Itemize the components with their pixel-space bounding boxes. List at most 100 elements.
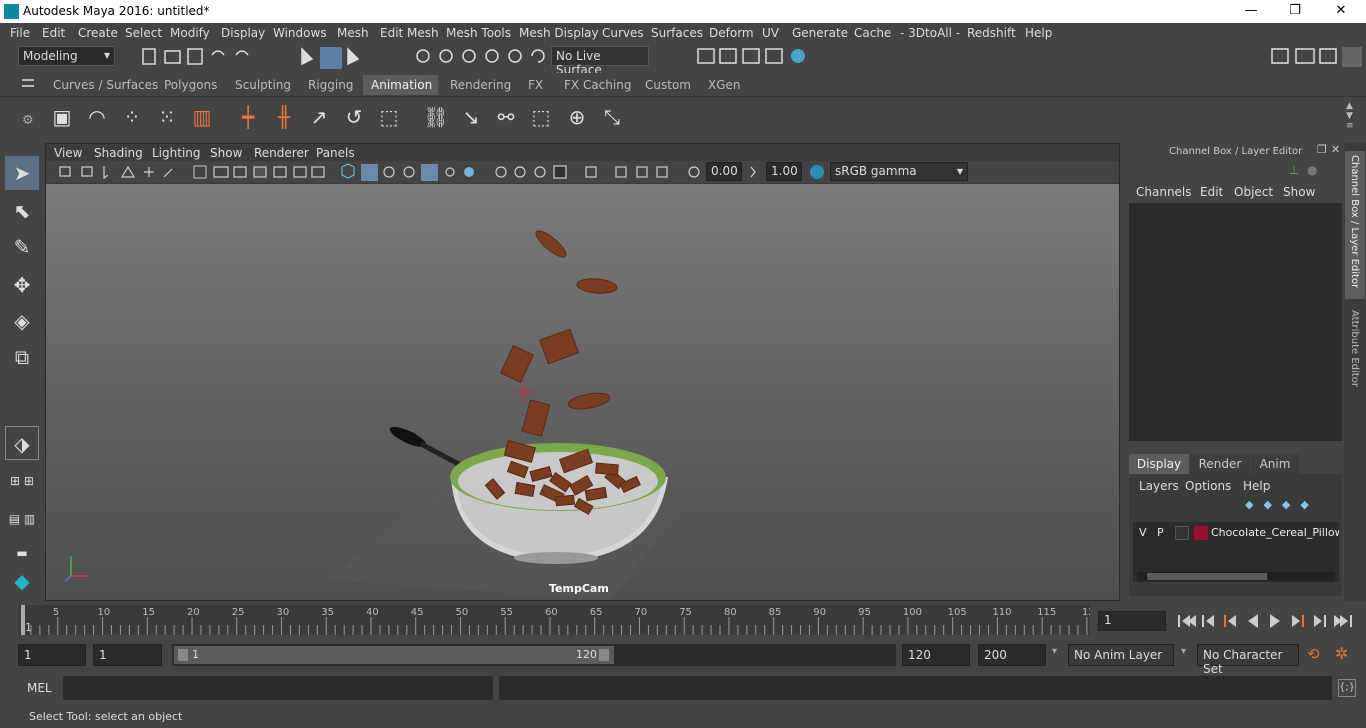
tab-rendering[interactable]: Rendering [442, 75, 519, 95]
layer-visibility-toggle[interactable]: V [1139, 526, 1147, 539]
menu-mesh-display[interactable]: Mesh Display [519, 26, 599, 40]
menu-surfaces[interactable]: Surfaces [651, 26, 703, 40]
panel-menu-view[interactable]: View [54, 146, 82, 160]
tab-fx-caching[interactable]: FX Caching [556, 75, 639, 95]
float-icon[interactable]: ❐ [1317, 143, 1327, 156]
chevron-down-icon[interactable]: ▾ [1052, 646, 1057, 657]
panel-menu-panels[interactable]: Panels [316, 146, 355, 160]
gear-icon[interactable]: ⚙ [22, 113, 34, 128]
tab-custom[interactable]: Custom [637, 75, 699, 95]
playblast-icon[interactable]: ▣ [48, 103, 76, 131]
minimize-button[interactable]: — [1228, 0, 1274, 23]
panel-menu-shading[interactable]: Shading [94, 146, 143, 160]
menu-modify[interactable]: Modify [170, 26, 210, 40]
time-ruler[interactable]: 5 10 15 20 25 30 35 40 45 50 55 60 65 70 75 80 85 90 95 100… [18, 605, 1090, 635]
tab-curves-surfaces[interactable]: Curves / Surfaces [45, 75, 166, 95]
layer-scrollbar[interactable] [1137, 572, 1335, 581]
aim-constraint-icon[interactable]: ⊕ [563, 103, 591, 131]
maya-m-icon[interactable]: ◆ [5, 564, 39, 598]
menu-mesh[interactable]: Mesh [337, 26, 369, 40]
step-forward-key-icon[interactable] [1292, 615, 1304, 627]
panel-menu-show[interactable]: Show [210, 146, 242, 160]
set-key-translate-icon[interactable]: ╫ [270, 103, 298, 131]
tab-fx[interactable]: FX [520, 75, 551, 95]
range-slider-track[interactable]: 1 120 [172, 644, 896, 666]
tab-display[interactable]: Display [1129, 454, 1189, 474]
panel-menu-renderer[interactable]: Renderer [254, 146, 309, 160]
character-set-field[interactable]: No Character Set [1197, 644, 1299, 676]
exposure-field[interactable]: 0.00 [706, 162, 742, 181]
menu-3dtoall[interactable]: - 3DtoAll - [900, 26, 960, 40]
step-back-key-icon[interactable] [1224, 615, 1236, 627]
script-editor-icon[interactable]: {;} [1338, 679, 1356, 697]
step-back-icon[interactable] [1202, 615, 1214, 627]
close-panel-icon[interactable]: ✕ [1331, 143, 1340, 156]
paint-select-icon[interactable]: ✎ [5, 230, 39, 264]
maximize-button[interactable]: ❐ [1272, 0, 1318, 23]
menu-edit-mesh[interactable]: Edit Mesh [380, 26, 439, 40]
playback-end-field[interactable]: 120 [902, 644, 970, 666]
menu-select[interactable]: Select [125, 26, 162, 40]
layout-four-icon[interactable]: ⊞ ⊞ [5, 464, 39, 498]
range-end-handle[interactable] [599, 649, 609, 661]
current-frame-field[interactable]: 1 [1098, 611, 1166, 631]
tab-xgen[interactable]: XGen [700, 75, 749, 95]
scale-key-icon[interactable]: ⬚ [375, 103, 403, 131]
orient-constraint-icon[interactable]: ⬚ [527, 103, 555, 131]
play-forwards-icon[interactable] [1270, 614, 1280, 628]
tab-rigging[interactable]: Rigging [300, 75, 361, 95]
menu-uv[interactable]: UV [762, 26, 779, 40]
trax-editor-icon[interactable]: ⁙ [153, 103, 181, 131]
menu-help[interactable]: Help [1025, 26, 1052, 40]
single-perspective-icon[interactable]: ⬗ [5, 426, 39, 460]
step-forward-icon[interactable] [1314, 615, 1326, 627]
lasso-tool-icon[interactable]: ⬉ [5, 194, 39, 228]
close-button[interactable]: ✕ [1318, 0, 1364, 23]
panel-menu-lighting[interactable]: Lighting [152, 146, 201, 160]
menu-generate[interactable]: Generate [792, 26, 848, 40]
layer-playback-toggle[interactable]: P [1157, 526, 1164, 539]
menu-edit[interactable]: Edit [42, 26, 65, 40]
tab-polygons[interactable]: Polygons [156, 75, 225, 95]
menu-cache[interactable]: Cache [854, 26, 891, 40]
go-to-end-icon[interactable] [1334, 615, 1352, 627]
layer-color-swatch[interactable] [1194, 526, 1208, 540]
menu-windows[interactable]: Windows [273, 26, 327, 40]
tab-anim[interactable]: Anim [1251, 454, 1299, 474]
play-backwards-icon[interactable] [1248, 614, 1258, 628]
layer-help-menu[interactable]: Help [1243, 479, 1270, 493]
range-start-handle[interactable] [178, 649, 188, 661]
channel-list[interactable] [1129, 203, 1342, 441]
layer-buttons-icon[interactable]: ◆◆◆◆ [1245, 498, 1319, 511]
color-space-dropdown[interactable]: sRGB gamma ▾ [830, 162, 968, 181]
3d-viewport[interactable]: TempCam [46, 184, 1119, 600]
end-time-field[interactable]: 200 [978, 644, 1046, 666]
channel-box-option-icon[interactable]: ● [1307, 163, 1317, 177]
go-to-start-icon[interactable] [1178, 615, 1196, 627]
range-slider-bar[interactable]: 1 120 [174, 646, 614, 664]
point-constraint-icon[interactable]: ⚯ [492, 103, 520, 131]
move-key-icon[interactable]: ↗ [305, 103, 333, 131]
layer-row[interactable]: V P Chocolate_Cereal_Pillows [1133, 524, 1339, 542]
tab-render[interactable]: Render [1190, 454, 1250, 474]
layer-name[interactable]: Chocolate_Cereal_Pillows [1211, 526, 1339, 539]
set-breakdown-icon[interactable]: ┿ [234, 103, 262, 131]
rotate-tool-icon[interactable]: ◈ [5, 304, 39, 338]
animation-prefs-icon[interactable]: ✲ [1335, 644, 1348, 663]
menu-redshift[interactable]: Redshift [967, 26, 1016, 40]
menu-mesh-tools[interactable]: Mesh Tools [446, 26, 511, 40]
scale-tool-icon[interactable]: ⧉ [5, 340, 39, 374]
object-menu[interactable]: Object [1234, 185, 1273, 199]
chevron-down-icon[interactable]: ▾ [1181, 646, 1186, 657]
live-surface-field[interactable]: No Live Surface [551, 46, 649, 77]
pole-vector-icon[interactable]: ⤡ [598, 103, 626, 131]
show-menu[interactable]: Show [1283, 185, 1315, 199]
layout-two-icon[interactable]: ▤ ▥ [5, 502, 39, 536]
dope-sheet-icon[interactable]: ⁘ [118, 103, 146, 131]
layer-scroll-thumb[interactable] [1147, 573, 1267, 580]
select-tool-icon[interactable]: ➤ [5, 156, 39, 190]
menu-deform[interactable]: Deform [709, 26, 754, 40]
auto-key-icon[interactable]: ⟲ [1307, 645, 1320, 663]
channels-menu[interactable]: Channels [1136, 185, 1192, 199]
start-time-field[interactable]: 1 [18, 644, 86, 666]
